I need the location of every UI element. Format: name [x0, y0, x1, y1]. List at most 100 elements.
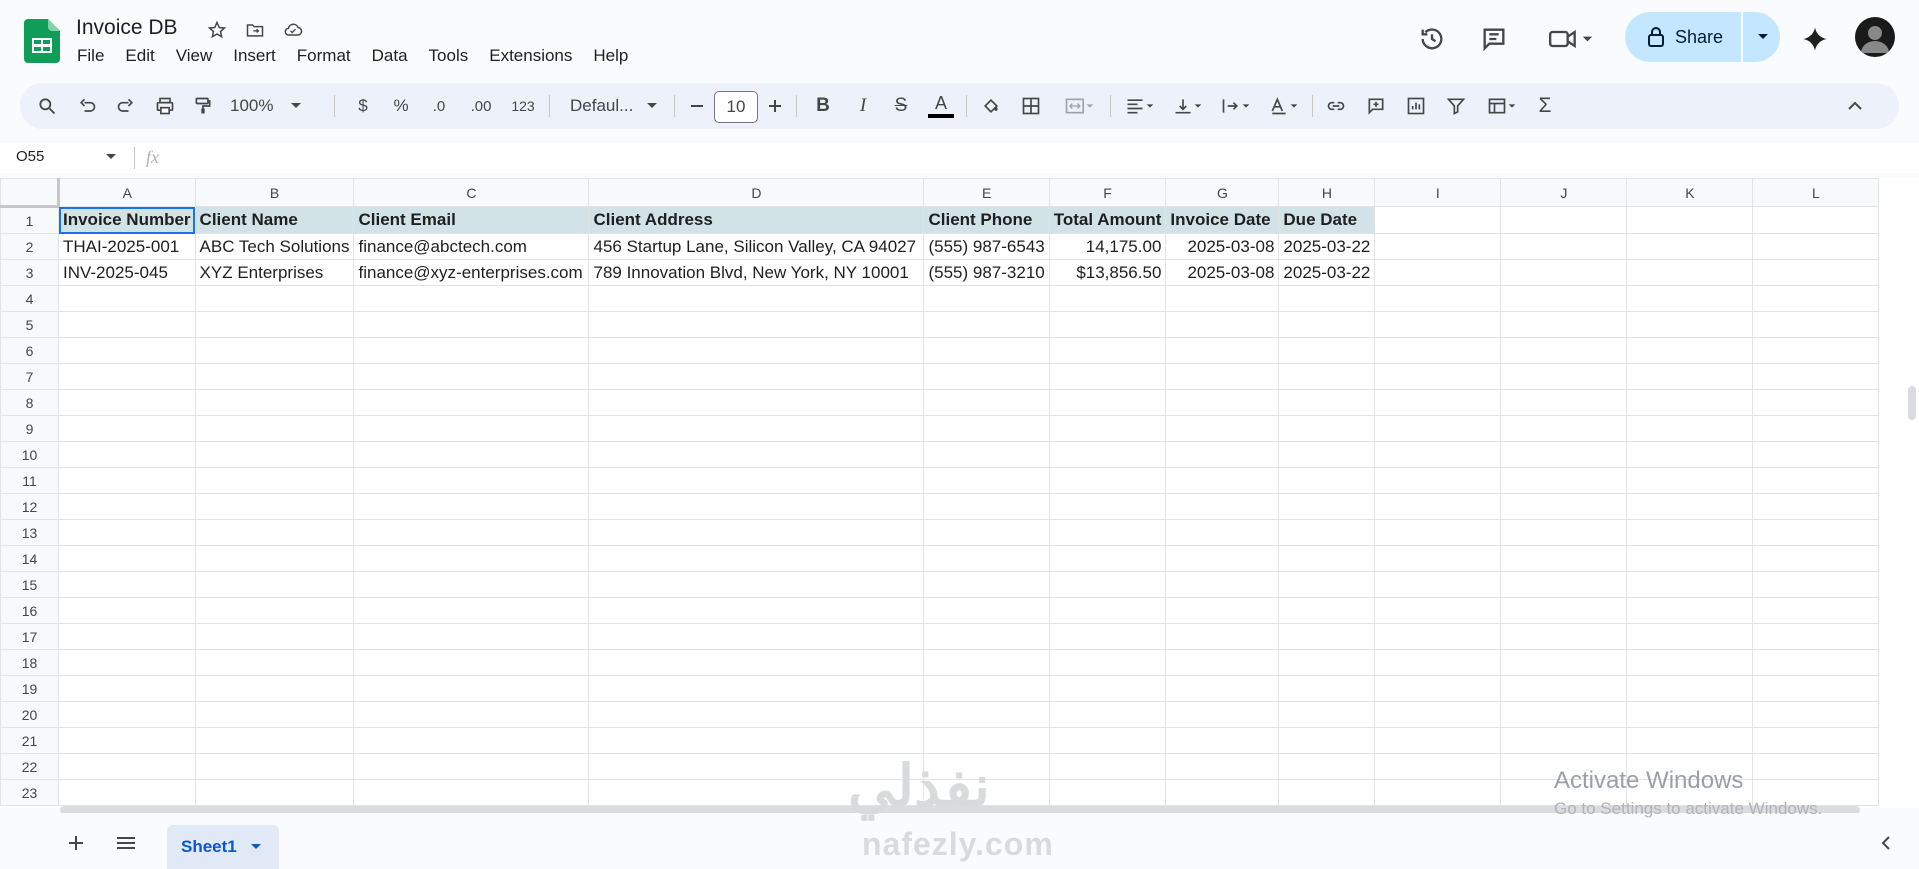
cell[interactable] [1752, 649, 1880, 676]
row-header[interactable]: 11 [0, 467, 59, 494]
cell[interactable] [1752, 493, 1880, 520]
header-cell[interactable]: Client Phone [923, 206, 1050, 234]
cell[interactable] [1500, 519, 1628, 546]
share-button[interactable]: Share [1625, 12, 1780, 62]
cell[interactable] [194, 415, 355, 442]
cell[interactable] [1626, 727, 1754, 754]
column-header-e[interactable]: E [923, 178, 1050, 207]
cell[interactable] [1752, 623, 1880, 650]
cell[interactable] [1374, 389, 1502, 416]
vertical-align-icon[interactable] [1166, 83, 1210, 129]
cell[interactable] [1500, 441, 1628, 468]
select-all-corner[interactable] [0, 178, 60, 208]
cell[interactable] [1374, 493, 1502, 520]
cell[interactable] [1278, 389, 1376, 416]
cell[interactable] [58, 623, 196, 650]
name-box[interactable]: O55 [16, 148, 44, 165]
cell[interactable] [1500, 389, 1628, 416]
cell[interactable] [353, 597, 590, 624]
cell[interactable] [1165, 623, 1280, 650]
cell[interactable] [923, 675, 1050, 702]
cell[interactable] [58, 753, 196, 780]
cell[interactable] [588, 337, 925, 364]
row-header[interactable]: 23 [0, 779, 59, 806]
menu-help[interactable]: Help [582, 46, 638, 66]
cell[interactable] [1752, 727, 1880, 754]
cell[interactable] [1048, 597, 1167, 624]
cell[interactable] [353, 467, 590, 494]
cell[interactable] [1048, 285, 1167, 312]
header-cell[interactable] [1500, 206, 1628, 234]
row-header[interactable]: 8 [0, 389, 59, 416]
cell[interactable] [1165, 597, 1280, 624]
more-formats-button[interactable]: 123 [506, 83, 540, 129]
font-size-decrease-icon[interactable] [682, 83, 712, 129]
cell[interactable] [1165, 701, 1280, 728]
cell[interactable] [923, 597, 1050, 624]
cell[interactable] [1374, 597, 1502, 624]
cell[interactable] [923, 337, 1050, 364]
cell[interactable] [923, 493, 1050, 520]
add-sheet-icon[interactable] [64, 831, 88, 855]
cell[interactable] [923, 311, 1050, 338]
cell[interactable] [1048, 337, 1167, 364]
header-cell[interactable]: Invoice Number [58, 206, 196, 234]
cell[interactable] [58, 519, 196, 546]
cell[interactable] [1278, 493, 1376, 520]
cell[interactable] [1500, 493, 1628, 520]
sheet-tab-sheet1[interactable]: Sheet1 [167, 825, 279, 869]
cell[interactable] [1278, 779, 1376, 806]
cell[interactable] [1626, 649, 1754, 676]
cell[interactable] [1374, 701, 1502, 728]
cell[interactable] [1374, 753, 1502, 780]
cell[interactable] [1278, 311, 1376, 338]
cell[interactable] [923, 701, 1050, 728]
row-header[interactable]: 12 [0, 493, 59, 520]
cell[interactable] [194, 441, 355, 468]
cell[interactable] [1500, 311, 1628, 338]
menu-format[interactable]: Format [286, 46, 361, 66]
cell[interactable] [1165, 493, 1280, 520]
cell[interactable] [194, 467, 355, 494]
cell[interactable] [923, 363, 1050, 390]
row-header[interactable]: 10 [0, 441, 59, 468]
cell[interactable] [588, 545, 925, 572]
cell[interactable] [1374, 285, 1502, 312]
cell[interactable]: 789 Innovation Blvd, New York, NY 10001 [588, 259, 925, 286]
cell[interactable]: THAI-2025-001 [58, 233, 196, 260]
header-cell[interactable]: Total Amount [1048, 206, 1167, 234]
cell[interactable] [1165, 337, 1280, 364]
cell[interactable] [1048, 389, 1167, 416]
cell[interactable] [58, 467, 196, 494]
cell[interactable] [1752, 571, 1880, 598]
cell[interactable] [1165, 571, 1280, 598]
insert-comment-icon[interactable] [1360, 83, 1392, 129]
cell[interactable] [58, 285, 196, 312]
cell[interactable] [1048, 441, 1167, 468]
cell[interactable] [1626, 259, 1754, 286]
cell[interactable] [1374, 233, 1502, 260]
cell[interactable] [1165, 727, 1280, 754]
menu-view[interactable]: View [165, 46, 223, 66]
cell[interactable] [1626, 623, 1754, 650]
cell[interactable] [1165, 441, 1280, 468]
cell[interactable] [353, 389, 590, 416]
cell[interactable] [1374, 311, 1502, 338]
font-size-increase-icon[interactable] [760, 83, 790, 129]
cell[interactable]: 2025-03-08 [1165, 233, 1280, 260]
formula-input[interactable] [176, 145, 1896, 171]
cell[interactable] [588, 649, 925, 676]
cell[interactable] [1500, 727, 1628, 754]
cell[interactable] [588, 727, 925, 754]
column-header-c[interactable]: C [353, 178, 590, 207]
menu-data[interactable]: Data [361, 46, 418, 66]
cell[interactable] [1752, 311, 1880, 338]
cell[interactable] [1374, 545, 1502, 572]
header-cell[interactable]: Client Name [194, 206, 355, 234]
undo-icon[interactable] [72, 83, 102, 129]
cell[interactable] [58, 701, 196, 728]
cell[interactable] [1278, 623, 1376, 650]
cell[interactable] [1500, 285, 1628, 312]
cell[interactable] [1165, 649, 1280, 676]
menu-edit[interactable]: Edit [114, 46, 164, 66]
